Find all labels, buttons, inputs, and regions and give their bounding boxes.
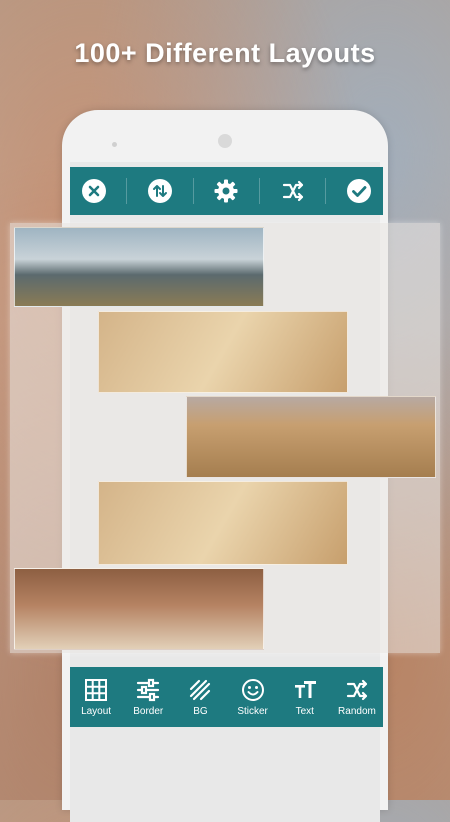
swap-button[interactable] — [145, 176, 175, 206]
check-icon — [347, 179, 372, 203]
layout-label: Layout — [81, 705, 112, 717]
shuffle-button[interactable] — [278, 176, 308, 206]
collage-photo-cell[interactable] — [14, 227, 264, 307]
gear-icon — [214, 179, 238, 203]
sticker-label: Sticker — [237, 705, 268, 717]
phone-sensor — [112, 142, 117, 147]
confirm-button[interactable] — [344, 176, 374, 206]
toolbar-divider — [192, 178, 194, 204]
settings-button[interactable] — [211, 176, 241, 206]
random-button[interactable]: Random — [331, 667, 383, 727]
headline: 100+ Different Layouts — [74, 38, 376, 68]
shuffle-icon — [282, 180, 303, 202]
layout-button[interactable]: Layout — [70, 667, 122, 727]
swap-icon — [148, 179, 173, 203]
toolbar-divider — [325, 178, 327, 204]
border-label: Border — [133, 705, 164, 717]
collage-photo-cell[interactable] — [186, 396, 436, 478]
toolbar-divider — [259, 178, 261, 204]
text-button[interactable]: Text — [279, 667, 331, 727]
collage-photo-cell[interactable] — [14, 568, 264, 650]
bg-button[interactable]: BG — [174, 667, 226, 727]
toolbar-divider — [126, 178, 128, 204]
diagonal-lines-icon — [187, 677, 213, 703]
border-button[interactable]: Border — [122, 667, 174, 727]
close-button[interactable] — [79, 176, 109, 206]
bg-label: BG — [193, 705, 208, 717]
random-label: Random — [338, 705, 376, 717]
collage-photo-cell[interactable] — [98, 311, 348, 393]
grid-icon — [83, 677, 109, 703]
smiley-icon — [240, 677, 266, 703]
sticker-button[interactable]: Sticker — [227, 667, 279, 727]
shuffle-icon — [344, 677, 370, 703]
bottom-toolbar: Layout Border BG Sticker Text Random — [70, 667, 383, 727]
sliders-icon — [135, 677, 161, 703]
collage-canvas[interactable] — [10, 223, 440, 653]
collage-photo-cell[interactable] — [98, 481, 348, 565]
phone-speaker — [218, 134, 232, 148]
top-toolbar — [70, 167, 383, 215]
text-size-icon — [292, 677, 318, 703]
text-label: Text — [295, 705, 314, 717]
close-icon — [81, 179, 106, 203]
